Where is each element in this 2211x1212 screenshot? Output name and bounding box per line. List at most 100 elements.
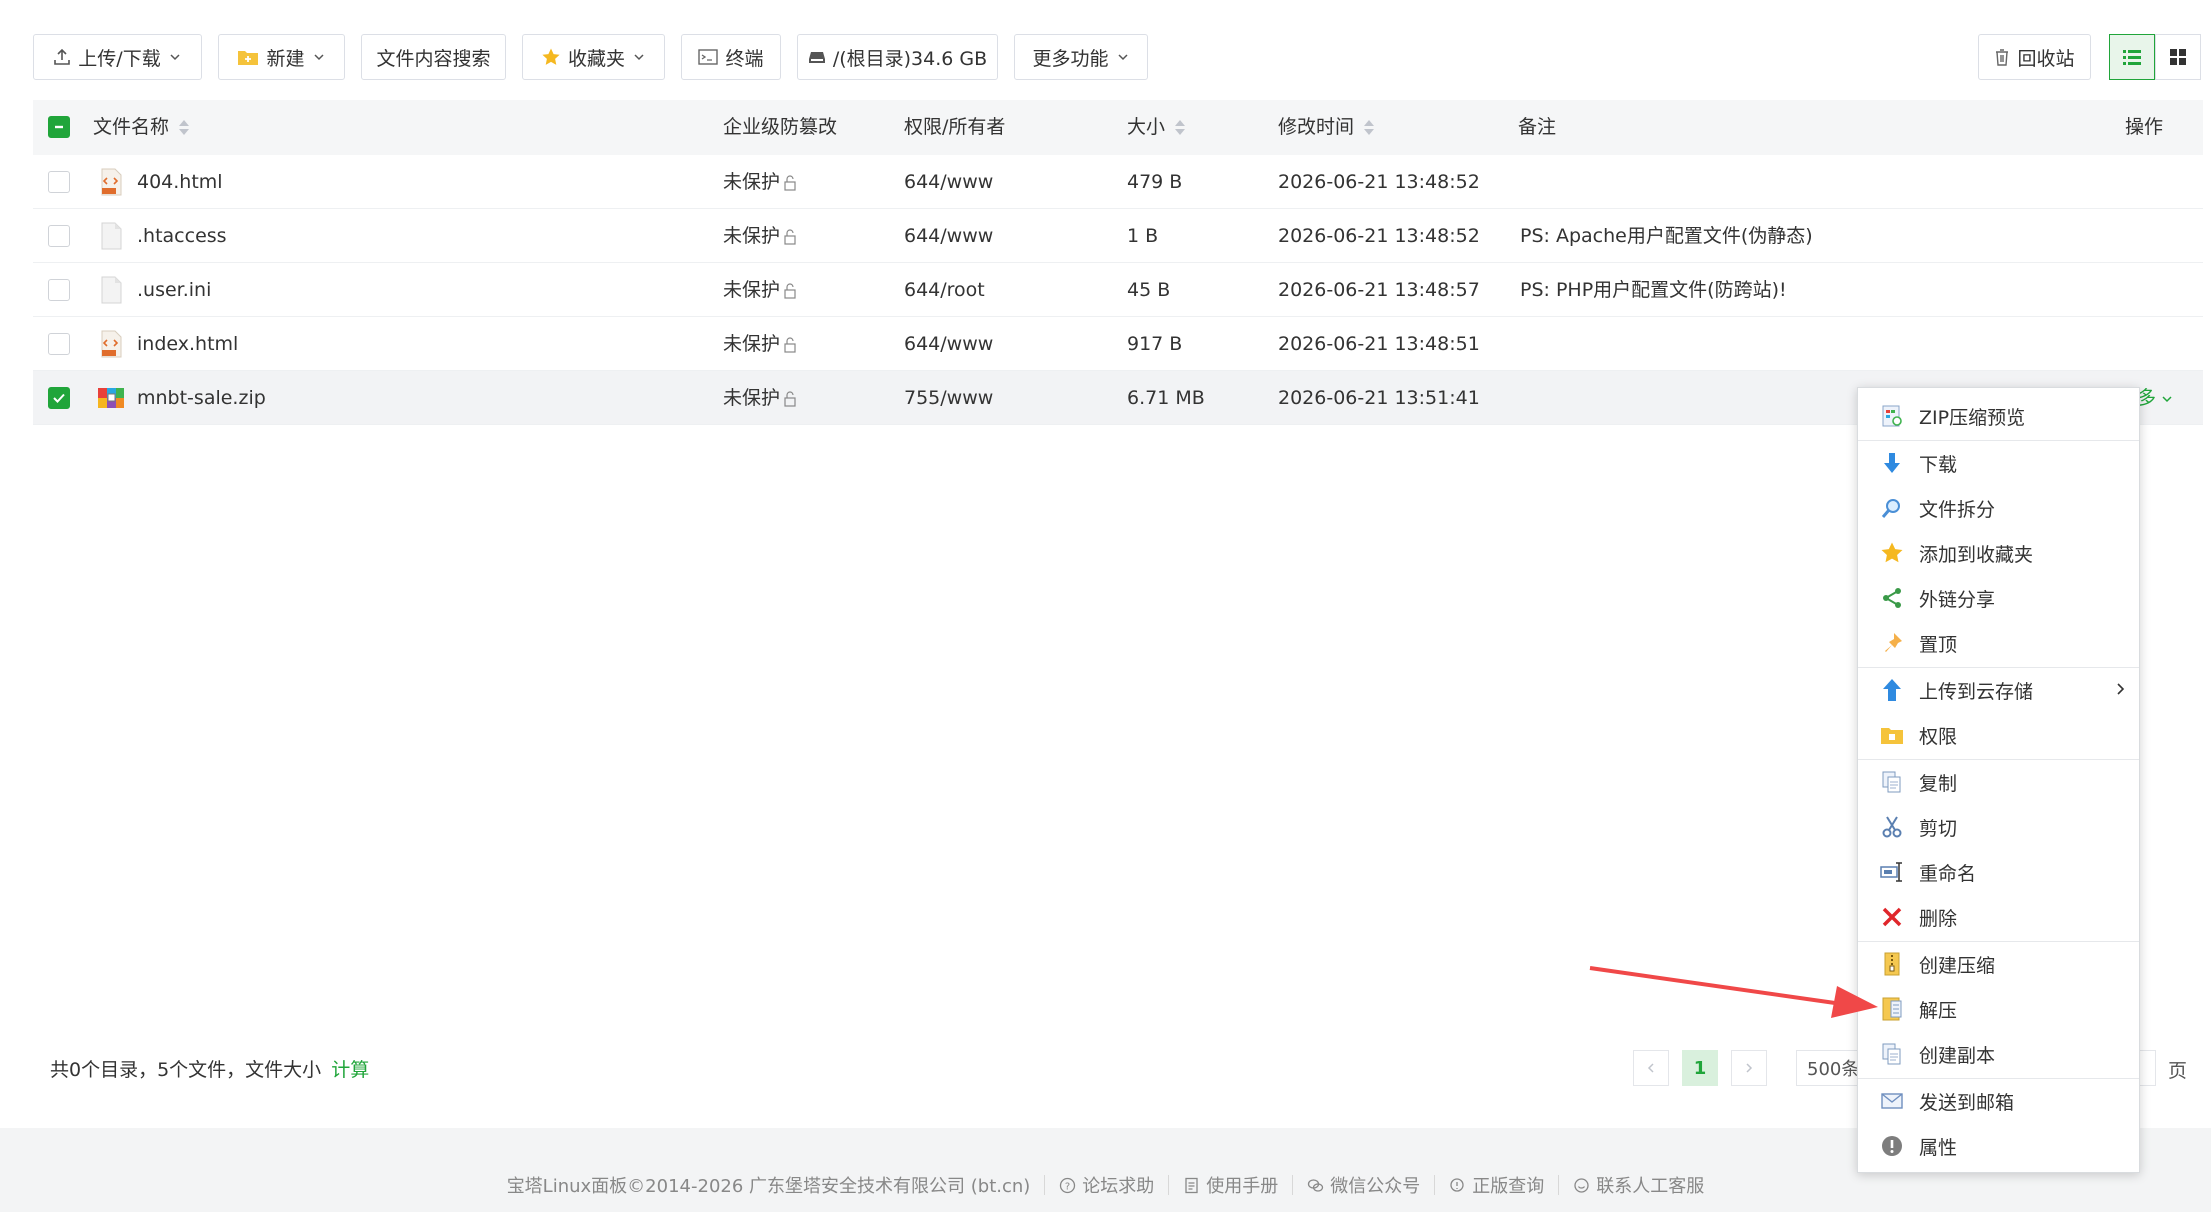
tamper-status[interactable]: 未保护 bbox=[723, 263, 798, 317]
row-checkbox[interactable] bbox=[48, 333, 70, 355]
menu-item-label: 权限 bbox=[1919, 725, 1958, 748]
menu-item-pin-top[interactable]: 置顶 bbox=[1858, 621, 2139, 665]
table-row[interactable]: 404.html 未保护 644/www 479 B 2026-06-21 13… bbox=[33, 155, 2203, 209]
row-checkbox[interactable] bbox=[48, 387, 70, 409]
recycle-bin-button[interactable]: 回收站 bbox=[1978, 34, 2091, 80]
menu-item-rename[interactable]: 重命名 bbox=[1858, 850, 2139, 894]
menu-item-cloud-upload[interactable]: 上传到云存储 bbox=[1858, 668, 2139, 712]
table-row[interactable]: .htaccess 未保护 644/www 1 B 2026-06-21 13:… bbox=[33, 209, 2203, 263]
remark[interactable]: PS: Apache用户配置文件(伪静态) bbox=[1520, 209, 1813, 263]
more-features-label: 更多功能 bbox=[1032, 47, 1109, 70]
wechat-link[interactable]: 微信公众号 bbox=[1307, 1172, 1420, 1198]
menu-item-compress[interactable]: 创建压缩 bbox=[1858, 942, 2139, 986]
current-page[interactable]: 1 bbox=[1682, 1050, 1718, 1086]
row-checkbox[interactable] bbox=[48, 279, 70, 301]
list-view-button[interactable] bbox=[2109, 34, 2155, 80]
row-checkbox[interactable] bbox=[48, 225, 70, 247]
more-features-button[interactable]: 更多功能 bbox=[1014, 34, 1148, 80]
new-button[interactable]: 新建 bbox=[218, 34, 345, 80]
genuine-check-link[interactable]: 正版查询 bbox=[1449, 1172, 1544, 1198]
row-more-button[interactable]: 多 bbox=[2137, 371, 2174, 425]
manual-link[interactable]: 使用手册 bbox=[1183, 1172, 1278, 1198]
content-search-button[interactable]: 文件内容搜索 bbox=[361, 34, 506, 80]
menu-item-permission[interactable]: 权限 bbox=[1858, 713, 2139, 757]
menu-item-cut[interactable]: 剪切 bbox=[1858, 805, 2139, 849]
menu-item-label: 复制 bbox=[1919, 772, 1958, 795]
menu-item-extract[interactable]: 解压 bbox=[1858, 987, 2139, 1031]
chevron-right-icon bbox=[1746, 1063, 1753, 1073]
permission-owner[interactable]: 644/www bbox=[904, 209, 993, 263]
permission-owner[interactable]: 755/www bbox=[904, 371, 993, 425]
menu-item-label: 重命名 bbox=[1919, 862, 1977, 885]
star-icon bbox=[542, 48, 560, 65]
disk-label: /(根目录)34.6 GB bbox=[832, 47, 988, 70]
favorites-button[interactable]: 收藏夹 bbox=[522, 34, 665, 80]
terminal-button[interactable]: 终端 bbox=[681, 34, 781, 80]
unlock-icon bbox=[784, 390, 796, 407]
header-mtime[interactable]: 修改时间 bbox=[1278, 100, 1375, 155]
tamper-status[interactable]: 未保护 bbox=[723, 155, 798, 209]
file-name[interactable]: .user.ini bbox=[137, 263, 211, 317]
permission-owner[interactable]: 644/root bbox=[904, 263, 985, 317]
menu-item-send-mail[interactable]: 发送到邮箱 bbox=[1858, 1079, 2139, 1123]
menu-item-zip-preview[interactable]: ZIP压缩预览 bbox=[1858, 394, 2139, 438]
tamper-status[interactable]: 未保护 bbox=[723, 371, 798, 425]
support-link[interactable]: 联系人工客服 bbox=[1573, 1172, 1704, 1198]
select-all-checkbox[interactable] bbox=[48, 116, 70, 138]
menu-item-label: 剪切 bbox=[1919, 817, 1958, 840]
disk-button[interactable]: /(根目录)34.6 GB bbox=[797, 34, 998, 80]
table-row[interactable]: .user.ini 未保护 644/root 45 B 2026-06-21 1… bbox=[33, 263, 2203, 317]
table-row[interactable]: index.html 未保护 644/www 917 B 2026-06-21 … bbox=[33, 317, 2203, 371]
tamper-status[interactable]: 未保护 bbox=[723, 317, 798, 371]
menu-item-delete[interactable]: 删除 bbox=[1858, 895, 2139, 939]
menu-item-add-favorite[interactable]: 添加到收藏夹 bbox=[1858, 531, 2139, 575]
chevron-down-icon bbox=[170, 54, 180, 61]
header-name[interactable]: 文件名称 bbox=[93, 100, 190, 155]
file-name[interactable]: .htaccess bbox=[137, 209, 227, 263]
forum-link[interactable]: ? 论坛求助 bbox=[1059, 1172, 1154, 1198]
menu-item-download[interactable]: 下载 bbox=[1858, 441, 2139, 485]
prev-page-button[interactable] bbox=[1633, 1050, 1669, 1086]
header-permission-label: 权限/所有者 bbox=[904, 116, 1006, 138]
menu-item-label: 删除 bbox=[1919, 907, 1958, 930]
menu-item-label: 文件拆分 bbox=[1919, 498, 1996, 521]
modified-time: 2026-06-21 13:48:57 bbox=[1278, 279, 1480, 301]
permission-owner[interactable]: 644/www bbox=[904, 317, 993, 371]
sort-icon bbox=[179, 120, 190, 135]
site-footer: 宝塔Linux面板©2014-2026 广东堡塔安全技术有限公司 (bt.cn)… bbox=[0, 1172, 2211, 1198]
remark[interactable]: PS: PHP用户配置文件(防跨站)! bbox=[1520, 263, 1787, 317]
header-tamper: 企业级防篡改 bbox=[723, 100, 837, 155]
next-page-button[interactable] bbox=[1731, 1050, 1767, 1086]
file-name[interactable]: mnbt-sale.zip bbox=[137, 371, 266, 425]
sort-icon bbox=[1175, 120, 1186, 135]
menu-item-copy[interactable]: 复制 bbox=[1858, 760, 2139, 804]
modified-time: 2026-06-21 13:51:41 bbox=[1278, 387, 1480, 409]
recycle-bin-label: 回收站 bbox=[2017, 47, 2075, 70]
tamper-status[interactable]: 未保护 bbox=[723, 209, 798, 263]
file-name[interactable]: index.html bbox=[137, 317, 238, 371]
html-file-icon bbox=[101, 330, 122, 358]
text-file-icon bbox=[101, 276, 122, 304]
calculate-link[interactable]: 计算 bbox=[331, 1059, 369, 1081]
menu-item-label: 下载 bbox=[1919, 453, 1958, 476]
menu-item-share-link[interactable]: 外链分享 bbox=[1858, 576, 2139, 620]
menu-item-label: 发送到邮箱 bbox=[1919, 1091, 2015, 1114]
file-name[interactable]: 404.html bbox=[137, 155, 223, 209]
unlock-icon bbox=[784, 336, 796, 353]
header-size[interactable]: 大小 bbox=[1127, 100, 1186, 155]
grid-view-button[interactable] bbox=[2155, 34, 2201, 80]
menu-item-label: 添加到收藏夹 bbox=[1919, 543, 2034, 566]
menu-item-properties[interactable]: 属性 bbox=[1858, 1124, 2139, 1168]
header-action: 操作 bbox=[2125, 100, 2163, 155]
chevron-right-icon bbox=[2117, 683, 2125, 695]
menu-item-split[interactable]: 文件拆分 bbox=[1858, 486, 2139, 530]
header-name-label: 文件名称 bbox=[93, 116, 170, 138]
magnifier-icon bbox=[1450, 1177, 1464, 1192]
row-checkbox[interactable] bbox=[48, 171, 70, 193]
header-mtime-label: 修改时间 bbox=[1278, 116, 1355, 138]
menu-item-label: ZIP压缩预览 bbox=[1919, 406, 2026, 429]
menu-item-duplicate[interactable]: 创建副本 bbox=[1858, 1032, 2139, 1076]
new-folder-icon bbox=[238, 51, 259, 65]
permission-owner[interactable]: 644/www bbox=[904, 155, 993, 209]
upload-download-button[interactable]: 上传/下载 bbox=[33, 34, 202, 80]
